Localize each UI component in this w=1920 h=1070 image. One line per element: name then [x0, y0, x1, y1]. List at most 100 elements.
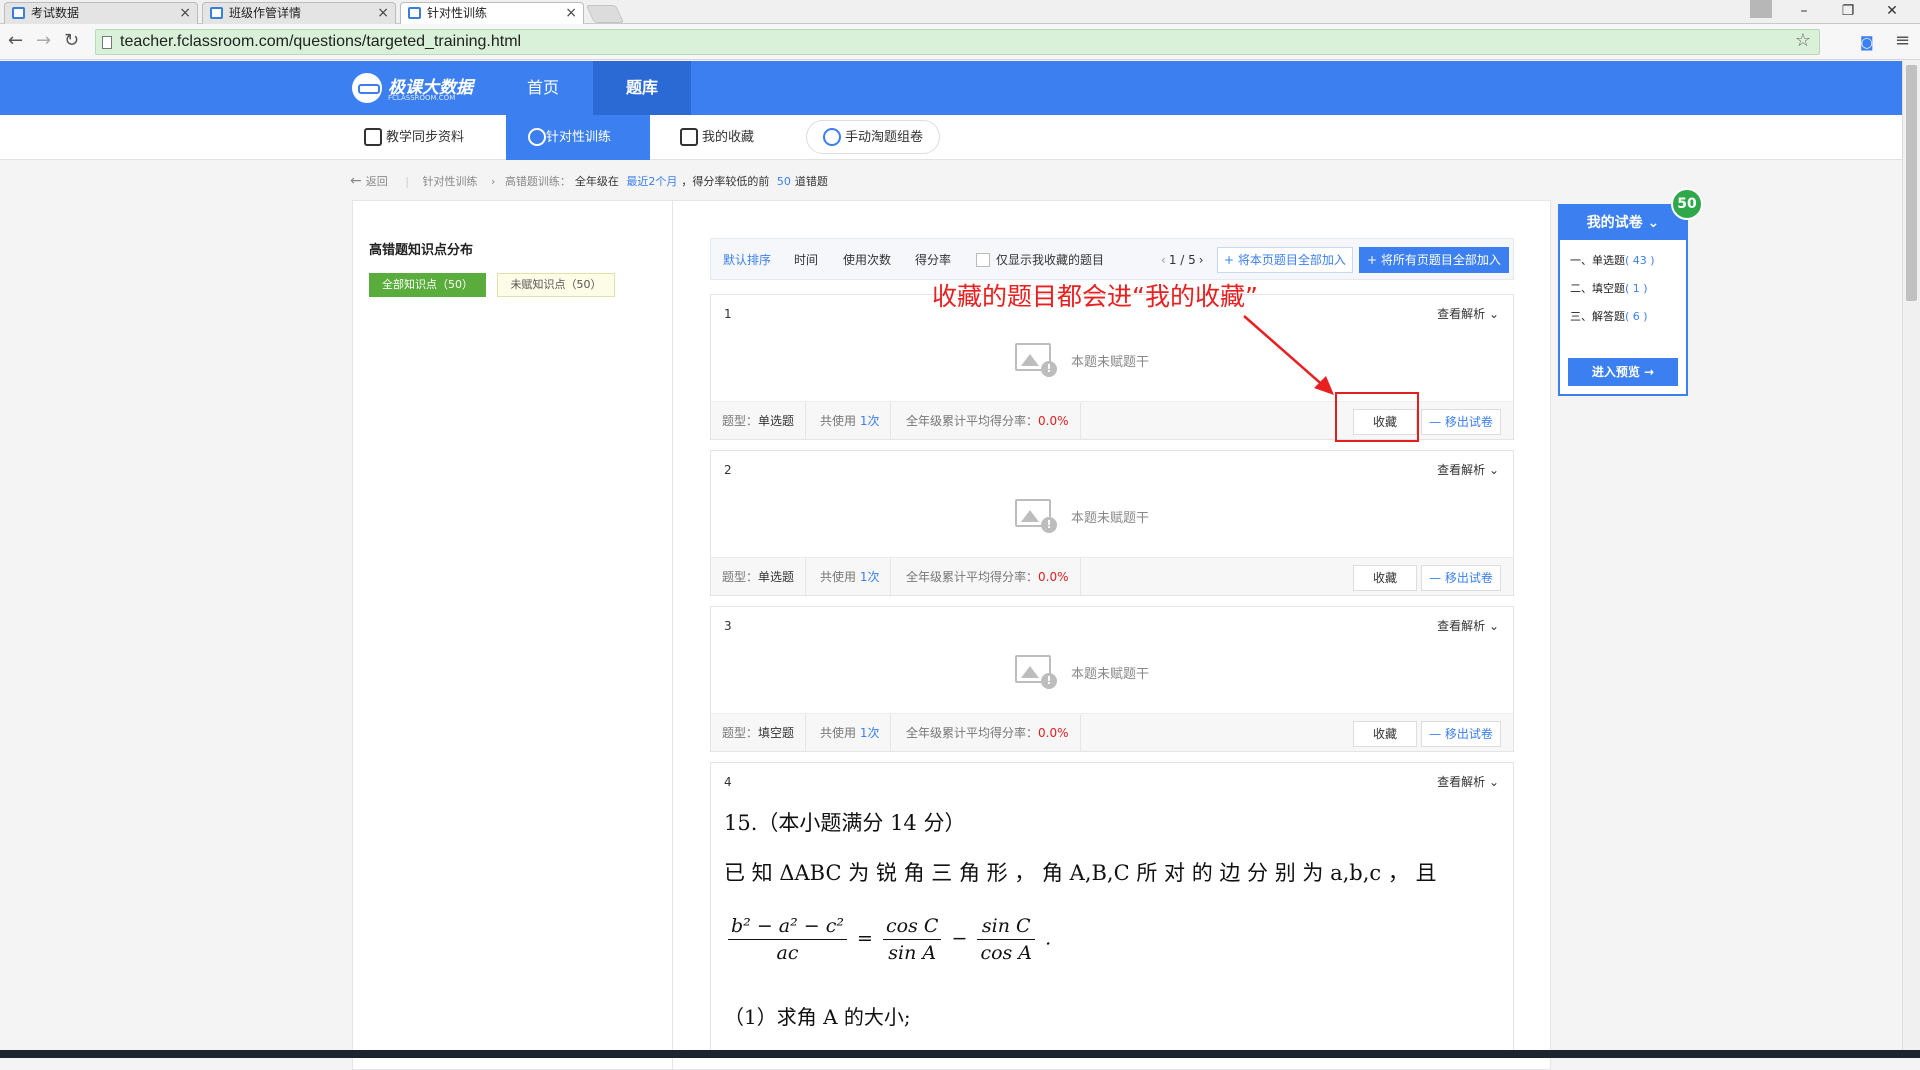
url-bar[interactable]: teacher.fclassroom.com/questions/targete…: [95, 29, 1820, 55]
back-link[interactable]: 返回: [366, 175, 388, 188]
question-type: 题型：单选题: [711, 402, 807, 440]
prev-page-icon[interactable]: ‹: [1161, 253, 1166, 267]
sort-default[interactable]: 默认排序: [723, 239, 771, 281]
breadcrumb-current: 高错题训练：: [504, 175, 571, 188]
add-page-questions-button[interactable]: + 将本页题目全部加入: [1217, 247, 1353, 273]
view-analysis-button[interactable]: 查看解析 ⌄: [1437, 773, 1499, 790]
equation-denominator: sin A: [888, 942, 937, 964]
tab-close-icon[interactable]: ×: [179, 3, 191, 23]
sort-usage[interactable]: 使用次数: [843, 239, 891, 281]
forward-icon[interactable]: →: [36, 30, 51, 52]
image-missing-icon: !: [1015, 343, 1057, 377]
site-logo[interactable]: 极课大数据 FCLASSROOM.COM: [352, 71, 482, 105]
question-footer: 题型：填空题 共使用 1次 全年级累计平均得分率：0.0% 收藏 — 移出试卷: [711, 713, 1513, 752]
back-arrow-icon[interactable]: ←: [350, 173, 362, 189]
my-paper-fill-blank[interactable]: 二、填空题( 1 ): [1570, 280, 1648, 296]
browser-tab-active[interactable]: 针对性训练 ×: [400, 2, 584, 25]
os-taskbar: [0, 1050, 1920, 1058]
new-tab-button[interactable]: [585, 5, 625, 23]
site-favicon-icon: [12, 7, 25, 19]
empty-stem-text: 本题未赋题干: [1071, 355, 1150, 370]
browser-tab-label: 班级作管详情: [229, 6, 302, 20]
remove-from-paper-button[interactable]: — 移出试卷: [1421, 565, 1501, 591]
tab-close-icon[interactable]: ×: [377, 3, 389, 23]
view-analysis-button[interactable]: 查看解析 ⌄: [1437, 617, 1499, 634]
sort-score[interactable]: 得分率: [915, 239, 951, 281]
subnav-my-favorites[interactable]: 我的收藏: [672, 115, 792, 160]
equation-operator: −: [951, 927, 968, 950]
breadcrumb-link[interactable]: 针对性训练: [422, 175, 477, 188]
minimize-button[interactable]: –: [1784, 0, 1824, 22]
back-icon[interactable]: ←: [8, 30, 23, 52]
image-missing-icon: !: [1015, 499, 1057, 533]
extension-icon[interactable]: ◙: [1860, 32, 1874, 54]
menu-icon[interactable]: ≡: [1895, 30, 1910, 52]
view-analysis-button[interactable]: 查看解析 ⌄: [1437, 305, 1499, 322]
average-score: 全年级累计平均得分率：0.0%: [895, 714, 1081, 752]
page-scrollbar[interactable]: [1902, 61, 1920, 1058]
add-all-questions-button[interactable]: + 将所有页题目全部加入: [1359, 247, 1509, 273]
only-favorites-label: 仅显示我收藏的题目: [996, 253, 1105, 267]
sync-document-icon: [364, 128, 382, 146]
filter-all-points[interactable]: 全部知识点（50）: [369, 273, 486, 297]
question-part-1: （1）求角 A 的大小;: [724, 1005, 911, 1029]
image-missing-icon: !: [1015, 655, 1057, 689]
only-favorites-toggle[interactable]: 仅显示我收藏的题目: [976, 239, 1104, 281]
nav-home[interactable]: 首页: [494, 61, 592, 115]
next-page-icon[interactable]: ›: [1199, 253, 1204, 267]
empty-stem-text: 本题未赋题干: [1071, 511, 1150, 526]
sort-time[interactable]: 时间: [794, 239, 818, 281]
question-type: 题型：填空题: [711, 714, 807, 752]
profile-icon[interactable]: [1750, 0, 1772, 18]
favorite-button[interactable]: 收藏: [1353, 565, 1417, 591]
logo-mark-icon: [352, 73, 382, 103]
equation-denominator: ac: [776, 942, 799, 964]
remove-from-paper-button[interactable]: — 移出试卷: [1421, 409, 1501, 435]
paper-count-badge: 50: [1671, 188, 1703, 220]
url-text[interactable]: teacher.fclassroom.com/questions/targete…: [120, 33, 521, 51]
subnav-label: 我的收藏: [702, 130, 755, 145]
equation-numerator: cos C: [883, 915, 942, 940]
close-window-button[interactable]: ✕: [1872, 0, 1912, 22]
subnav-targeted-training[interactable]: 针对性训练: [506, 115, 650, 160]
browser-tab-label: 考试数据: [31, 6, 80, 20]
my-paper-answer[interactable]: 三、解答题( 6 ): [1570, 308, 1648, 324]
my-paper-single-choice[interactable]: 一、单选题( 43 ): [1570, 252, 1655, 268]
average-score: 全年级累计平均得分率：0.0%: [895, 402, 1081, 440]
subnav-label: 教学同步资料: [386, 130, 465, 145]
remove-from-paper-button[interactable]: — 移出试卷: [1421, 721, 1501, 747]
restore-button[interactable]: ❐: [1828, 0, 1868, 22]
usage-count: 共使用 1次: [809, 714, 892, 752]
usage-count: 共使用 1次: [809, 402, 892, 440]
favorite-button[interactable]: 收藏: [1353, 721, 1417, 747]
filter-untagged-points[interactable]: 未赋知识点（50）: [497, 273, 615, 297]
breadcrumb-desc: 全年级在: [574, 175, 619, 188]
only-favorites-checkbox[interactable]: [976, 253, 990, 267]
equation-numerator: b² − a² − c²: [728, 915, 847, 940]
browser-tab[interactable]: 考试数据 ×: [4, 2, 198, 24]
time-range-link[interactable]: 最近2个月: [626, 175, 677, 188]
browser-tab[interactable]: 班级作管详情 ×: [202, 2, 396, 24]
scrollbar-thumb[interactable]: [1906, 65, 1917, 301]
question-card: 3 查看解析 ⌄ ! 本题未赋题干 题型：填空题 共使用 1次 全年级累计平均得…: [710, 606, 1514, 752]
question-stem-line: 已 知 ΔABC 为 锐 角 三 角 形 ， 角 A,B,C 所 对 的 边 分…: [724, 861, 1437, 885]
subnav-teaching-materials[interactable]: 教学同步资料: [356, 115, 496, 160]
breadcrumb-desc: 道错题: [794, 175, 828, 188]
subnav-label: 手动淘题组卷: [845, 130, 924, 145]
address-toolbar: ← → ↻ teacher.fclassroom.com/questions/t…: [0, 24, 1920, 60]
bookmark-star-icon[interactable]: ☆: [1795, 30, 1811, 51]
nav-question-bank[interactable]: 题库: [593, 61, 691, 115]
subnav-manual-paper[interactable]: 手动淘题组卷: [806, 120, 941, 154]
question-number: 4: [724, 775, 732, 789]
annotation-arrow-icon: [1243, 315, 1334, 395]
empty-stem-text: 本题未赋题干: [1071, 667, 1150, 682]
reload-icon[interactable]: ↻: [64, 30, 79, 52]
browser-tab-bar: 考试数据 × 班级作管详情 × 针对性训练 × – ❐ ✕: [0, 0, 1920, 25]
question-footer: 题型：单选题 共使用 1次 全年级累计平均得分率：0.0% 收藏 — 移出试卷: [711, 557, 1513, 596]
my-paper-title[interactable]: 我的试卷 ⌄: [1560, 206, 1686, 240]
enter-preview-button[interactable]: 进入预览 →: [1568, 358, 1678, 386]
view-analysis-button[interactable]: 查看解析 ⌄: [1437, 461, 1499, 478]
page-icon: [102, 36, 112, 49]
tab-close-icon[interactable]: ×: [565, 3, 577, 23]
knowledge-point-panel: 高错题知识点分布 全部知识点（50） 未赋知识点（50）: [352, 200, 673, 1070]
